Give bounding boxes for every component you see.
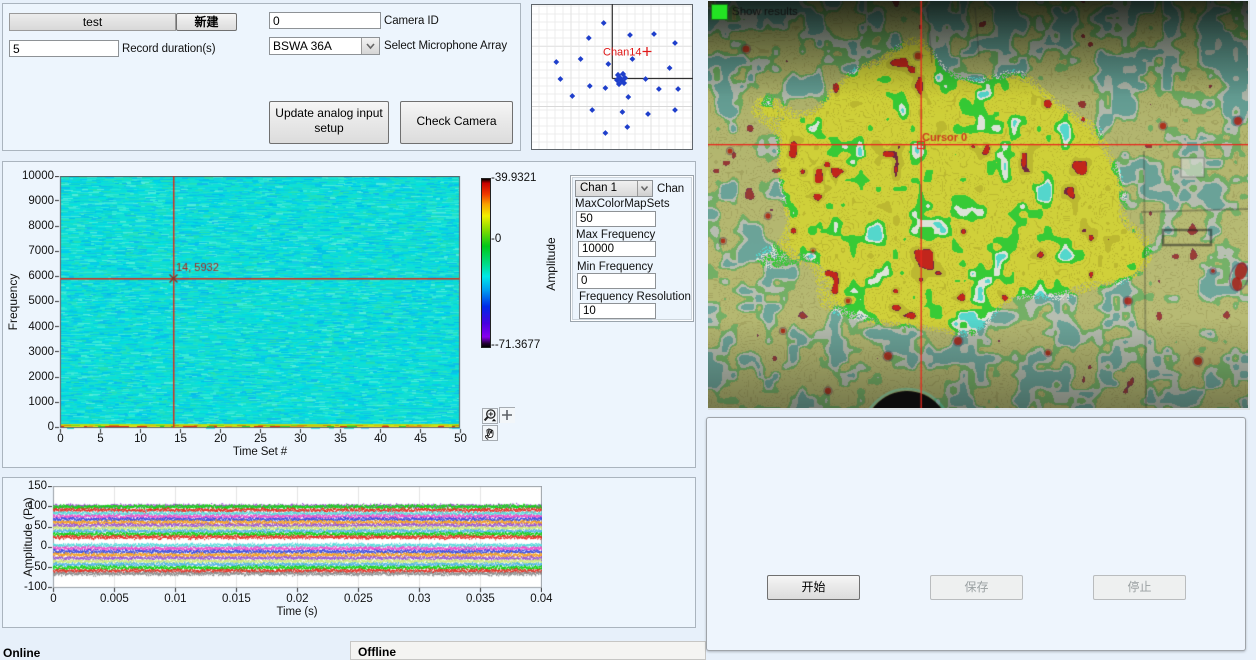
svg-text:Chan14: Chan14: [603, 47, 642, 59]
